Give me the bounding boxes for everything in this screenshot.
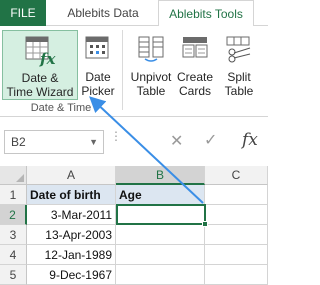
name-box-value: B2 (11, 135, 26, 149)
cancel-icon[interactable]: ✕ (170, 134, 183, 150)
cell-c4[interactable] (205, 245, 268, 265)
cell-b1[interactable]: Age (116, 185, 205, 205)
tab-file[interactable]: FILE (0, 0, 46, 26)
worksheet-grid: A B C 1 Date of birth Age 2 3-Mar-2011 3… (0, 166, 268, 285)
ribbon-tab-bar: FILE Ablebits Data Ablebits Tools (0, 0, 268, 27)
cell-c1[interactable] (205, 185, 268, 205)
name-box[interactable]: B2 ▼ (4, 130, 104, 154)
cell-c2[interactable] (205, 205, 268, 225)
cell-a3[interactable]: 13-Apr-2003 (27, 225, 116, 245)
chevron-down-icon[interactable]: ▼ (89, 131, 98, 153)
date-time-group-label: Date & Time (30, 102, 92, 114)
svg-text:fx: fx (39, 50, 56, 67)
column-header-a[interactable]: A (27, 166, 116, 185)
cell-a4[interactable]: 12-Jan-1989 (27, 245, 116, 265)
column-header-c[interactable]: C (205, 166, 268, 185)
tab-ablebits-tools[interactable]: Ablebits Tools (158, 0, 254, 27)
cell-a5[interactable]: 9-Dec-1967 (27, 265, 116, 285)
cell-a2[interactable]: 3-Mar-2011 (27, 205, 116, 225)
row-header-1[interactable]: 1 (0, 185, 27, 205)
formula-bar-resize-handle[interactable]: ⋮ (110, 130, 122, 142)
enter-check-icon[interactable]: ✓ (204, 133, 217, 149)
date-picker-icon (83, 32, 113, 67)
cell-c3[interactable] (205, 225, 268, 245)
column-header-b[interactable]: B (116, 166, 205, 185)
cell-b5[interactable] (116, 265, 205, 285)
date-time-wizard-button[interactable]: fx Date & Time Wizard (2, 30, 78, 100)
row-header-3[interactable]: 3 (0, 225, 27, 245)
formula-bar: B2 ▼ ⋮ ✕ ✓ fx (0, 125, 268, 159)
create-cards-icon (180, 32, 210, 67)
cell-a1[interactable]: Date of birth (27, 185, 116, 205)
ribbon-group-separator (122, 30, 123, 110)
row-header-2[interactable]: 2 (0, 205, 27, 225)
select-all-corner[interactable] (0, 166, 27, 185)
active-cell-outline (116, 204, 208, 227)
row-header-5[interactable]: 5 (0, 265, 27, 285)
date-time-wizard-label: Date & Time Wizard (6, 71, 74, 99)
cell-c5[interactable] (205, 265, 268, 285)
unpivot-table-icon (136, 32, 166, 67)
split-table-button[interactable]: Split Table (218, 30, 260, 100)
split-table-label: Split Table (224, 70, 254, 98)
date-picker-button[interactable]: Date Picker (78, 30, 118, 100)
insert-function-icon[interactable]: fx (242, 130, 258, 150)
date-time-wizard-icon: fx (23, 33, 57, 70)
split-table-icon (224, 32, 254, 67)
create-cards-button[interactable]: Create Cards (175, 30, 215, 100)
tab-ablebits-data[interactable]: Ablebits Data (60, 0, 146, 26)
date-picker-label: Date Picker (81, 70, 115, 98)
ribbon-panel: fx Date & Time Wizard Date Picker Unpivo… (0, 26, 268, 117)
unpivot-table-button[interactable]: Unpivot Table (130, 30, 172, 100)
fill-handle[interactable] (202, 221, 208, 227)
cell-b3[interactable] (116, 225, 205, 245)
cell-b4[interactable] (116, 245, 205, 265)
unpivot-table-label: Unpivot Table (130, 70, 172, 98)
row-header-4[interactable]: 4 (0, 245, 27, 265)
create-cards-label: Create Cards (176, 70, 214, 98)
